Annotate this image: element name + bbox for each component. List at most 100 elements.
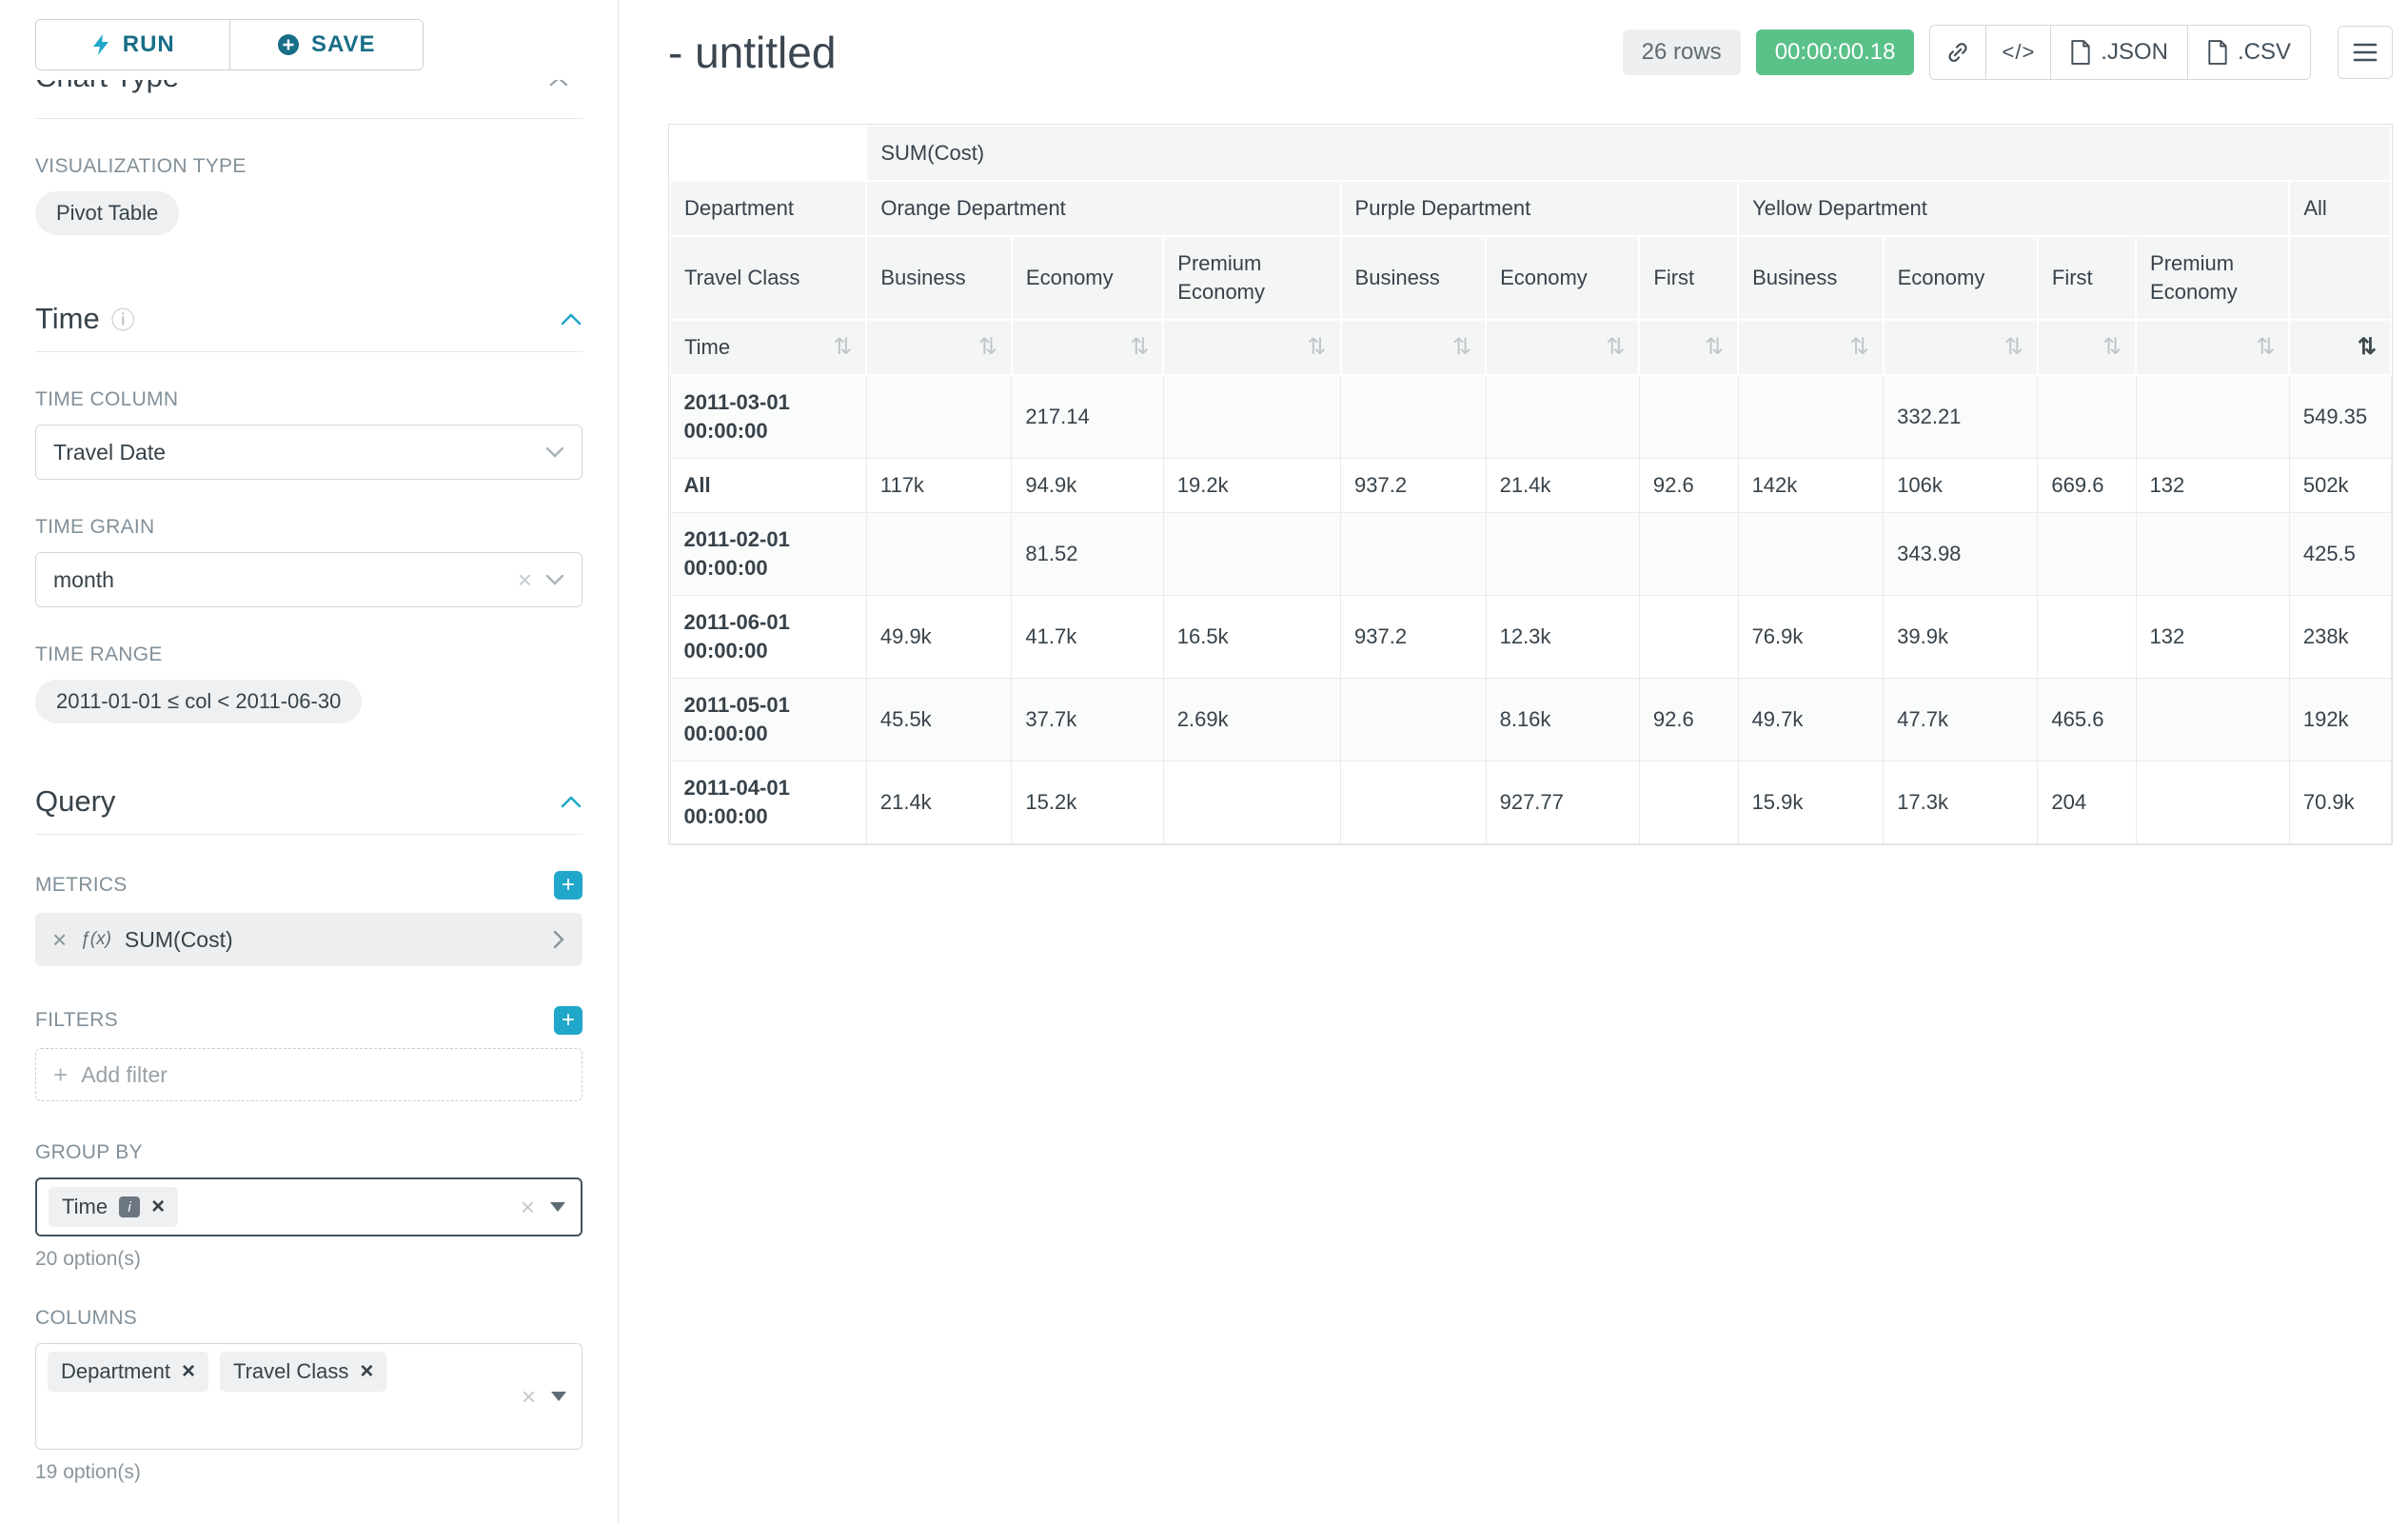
time-grain-value: month xyxy=(53,567,114,593)
time-section-collapse[interactable] xyxy=(560,312,582,326)
time-column-select[interactable]: Travel Date xyxy=(35,425,582,480)
pivot-table: SUM(Cost)DepartmentOrange DepartmentPurp… xyxy=(669,125,2392,844)
add-metric-button[interactable]: + xyxy=(554,871,582,900)
share-link-button[interactable] xyxy=(1930,26,1985,79)
chevron-up-icon[interactable] xyxy=(548,80,569,88)
row-count-badge: 26 rows xyxy=(1623,30,1741,75)
sort-icon[interactable]: ⇅ xyxy=(1606,336,1625,359)
chart-title[interactable]: - untitled xyxy=(668,27,836,78)
view-query-button[interactable]: </> xyxy=(1985,26,2050,79)
caret-down-icon[interactable] xyxy=(551,1392,566,1401)
pivot-value-cell xyxy=(1163,762,1340,844)
pivot-value-cell: 16.5k xyxy=(1163,596,1340,679)
pivot-value-cell: 39.9k xyxy=(1884,596,2038,679)
pivot-value-cell: 49.9k xyxy=(866,596,1012,679)
chevron-down-icon xyxy=(545,446,564,459)
remove-chip-icon[interactable]: × xyxy=(360,1360,373,1383)
pivot-value-cell: 465.6 xyxy=(2038,679,2136,762)
columns-options-hint: 19 option(s) xyxy=(35,1461,582,1484)
pivot-subcolumn-header: Economy xyxy=(1884,236,2038,320)
query-section-header: Query xyxy=(35,784,582,819)
pivot-value-cell xyxy=(1341,762,1487,844)
pivot-row: All117k94.9k19.2k937.221.4k92.6142k106k6… xyxy=(670,459,2391,513)
run-save-button-group: RUN SAVE xyxy=(35,19,424,70)
sort-icon[interactable]: ⇅ xyxy=(1452,336,1471,359)
pivot-sort-cell: ⇅ xyxy=(1884,320,2038,375)
pivot-value-cell: 927.77 xyxy=(1486,762,1639,844)
chevron-right-icon[interactable] xyxy=(553,930,565,949)
pivot-row-label: 2011-03-01 00:00:00 xyxy=(670,375,866,459)
sort-icon[interactable]: ⇅ xyxy=(1705,336,1724,359)
metric-chip[interactable]: × ƒ(x) SUM(Cost) xyxy=(35,913,582,966)
function-icon: ƒ(x) xyxy=(80,929,111,950)
file-icon xyxy=(2070,40,2091,65)
remove-chip-icon[interactable]: × xyxy=(151,1196,165,1218)
plus-icon: + xyxy=(53,1060,68,1090)
pivot-value-cell xyxy=(2136,679,2289,762)
run-button-label: RUN xyxy=(123,31,175,58)
query-section-collapse[interactable] xyxy=(560,795,582,809)
clear-icon[interactable]: × xyxy=(521,1195,535,1219)
metrics-field-header: METRICS + xyxy=(35,871,582,900)
time-grain-select[interactable]: month × xyxy=(35,552,582,607)
pivot-value-cell: 12.3k xyxy=(1486,596,1639,679)
pivot-value-cell: 217.14 xyxy=(1012,375,1163,459)
metrics-label: METRICS xyxy=(35,874,128,897)
pivot-value-cell xyxy=(866,375,1012,459)
sort-icon[interactable]: ⇅ xyxy=(2358,336,2377,359)
time-range-chip[interactable]: 2011-01-01 ≤ col < 2011-06-30 xyxy=(35,680,362,723)
chevron-up-icon xyxy=(560,312,582,326)
query-timer-badge: 00:00:00.18 xyxy=(1756,30,1915,75)
sort-icon[interactable]: ⇅ xyxy=(1850,336,1869,359)
columns-select[interactable]: Department × Travel Class × × xyxy=(35,1343,582,1450)
pivot-value-cell xyxy=(866,513,1012,596)
clear-icon[interactable]: × xyxy=(522,1384,536,1409)
export-csv-button[interactable]: .CSV xyxy=(2187,26,2310,79)
control-panel-sidebar: RUN SAVE Chart Type VISUALIZATION TYPE P… xyxy=(0,0,619,1523)
pivot-value-cell xyxy=(2136,375,2289,459)
visualization-type-chip[interactable]: Pivot Table xyxy=(35,191,179,235)
column-info-icon: i xyxy=(119,1197,140,1217)
add-filter-dropzone[interactable]: + Add filter xyxy=(35,1048,582,1101)
run-button[interactable]: RUN xyxy=(36,20,229,69)
time-grain-label: TIME GRAIN xyxy=(35,516,582,539)
export-json-label: .JSON xyxy=(2101,39,2168,66)
pivot-sort-cell: ⇅ xyxy=(2136,320,2289,375)
pivot-row-label: 2011-04-01 00:00:00 xyxy=(670,762,866,844)
pivot-travel-class-label: Travel Class xyxy=(670,236,866,320)
pivot-value-cell xyxy=(1738,375,1884,459)
pivot-time-header: Time⇅ xyxy=(670,320,866,375)
pivot-value-cell: 92.6 xyxy=(1639,679,1738,762)
add-filter-placeholder: Add filter xyxy=(81,1062,168,1088)
save-button[interactable]: SAVE xyxy=(229,20,424,69)
remove-metric-icon[interactable]: × xyxy=(52,927,67,952)
caret-down-icon[interactable] xyxy=(550,1202,565,1212)
pivot-group-header: Orange Department xyxy=(866,181,1340,236)
pivot-group-header: Purple Department xyxy=(1341,181,1739,236)
sort-icon[interactable]: ⇅ xyxy=(2102,336,2122,359)
export-json-button[interactable]: .JSON xyxy=(2050,26,2187,79)
columns-chip[interactable]: Travel Class × xyxy=(220,1352,386,1392)
chart-menu-button[interactable] xyxy=(2338,26,2393,79)
pivot-value-cell: 8.16k xyxy=(1486,679,1639,762)
pivot-sort-cell: ⇅ xyxy=(1012,320,1163,375)
pivot-department-label: Department xyxy=(670,181,866,236)
pivot-value-cell: 549.35 xyxy=(2289,375,2391,459)
sort-icon[interactable]: ⇅ xyxy=(2004,336,2023,359)
info-icon: ⓘ xyxy=(111,302,135,336)
group-by-chip[interactable]: Time i × xyxy=(49,1187,178,1227)
plus-circle-icon xyxy=(277,33,300,56)
pivot-value-cell: 106k xyxy=(1884,459,2038,513)
add-filter-button[interactable]: + xyxy=(554,1006,582,1035)
sort-icon[interactable]: ⇅ xyxy=(1130,336,1149,359)
sort-icon[interactable]: ⇅ xyxy=(978,336,997,359)
columns-chip[interactable]: Department × xyxy=(48,1352,208,1392)
remove-chip-icon[interactable]: × xyxy=(182,1360,195,1383)
group-by-options-hint: 20 option(s) xyxy=(35,1248,582,1271)
group-by-select[interactable]: Time i × × xyxy=(35,1177,582,1236)
clear-icon[interactable]: × xyxy=(518,567,532,592)
sort-icon[interactable]: ⇅ xyxy=(1307,336,1326,359)
pivot-subcolumn-header: Business xyxy=(1738,236,1884,320)
sort-icon[interactable]: ⇅ xyxy=(833,336,852,359)
sort-icon[interactable]: ⇅ xyxy=(2256,336,2275,359)
